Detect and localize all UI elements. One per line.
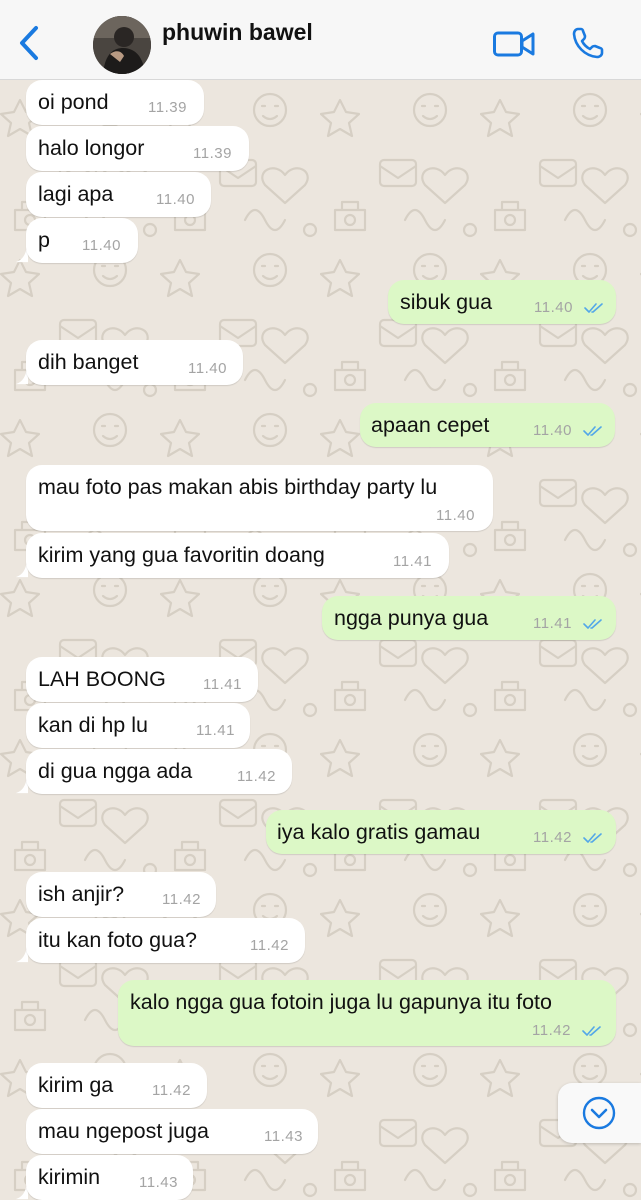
- read-receipt-icon: [583, 833, 602, 843]
- incoming-message-bubble[interactable]: kirimin 11.43: [26, 1155, 193, 1200]
- message-timestamp: 11.39: [193, 145, 232, 162]
- read-receipt-icon: [583, 426, 602, 436]
- chat-header: phuwin bawel: [0, 0, 641, 80]
- message-text: oi pond: [38, 90, 109, 114]
- incoming-message-bubble[interactable]: di gua ngga ada 11.42: [26, 749, 292, 794]
- message-text: p: [38, 228, 50, 252]
- message-text: halo longor: [38, 136, 145, 160]
- back-button[interactable]: [14, 22, 46, 62]
- message-text: sibuk gua: [400, 290, 493, 314]
- scroll-to-bottom-button[interactable]: [558, 1083, 641, 1143]
- incoming-message-bubble[interactable]: lagi apa 11.40: [26, 172, 211, 217]
- message-text: di gua ngga ada: [38, 759, 193, 783]
- message-timestamp: 11.41: [203, 676, 242, 693]
- message-timestamp: 11.42: [162, 891, 201, 908]
- message-timestamp: 11.42: [237, 768, 276, 785]
- message-timestamp: 11.43: [264, 1128, 303, 1145]
- read-receipt-icon: [583, 619, 602, 629]
- incoming-message-bubble[interactable]: mau ngepost juga 11.43: [26, 1109, 318, 1154]
- avatar[interactable]: [93, 16, 151, 74]
- message-timestamp: 11.42: [532, 1022, 571, 1039]
- incoming-message-bubble[interactable]: ish anjir? 11.42: [26, 872, 216, 917]
- message-timestamp: 11.40: [156, 191, 195, 208]
- read-receipt-icon: [582, 1026, 601, 1036]
- message-text: dih banget: [38, 350, 139, 374]
- outgoing-message-bubble[interactable]: iya kalo gratis gamau 11.42: [266, 810, 616, 854]
- phone-icon: [572, 27, 604, 59]
- message-timestamp: 11.42: [533, 829, 572, 846]
- message-timestamp: 11.41: [533, 615, 572, 632]
- message-text: kan di hp lu: [38, 713, 148, 737]
- message-timestamp: 11.42: [152, 1082, 191, 1099]
- video-camera-icon: [493, 31, 535, 57]
- read-receipt-icon: [584, 303, 603, 313]
- message-text: mau foto pas makan abis birthday party l…: [38, 475, 438, 499]
- incoming-message-bubble[interactable]: dih banget 11.40: [26, 340, 243, 385]
- incoming-message-bubble[interactable]: itu kan foto gua? 11.42: [26, 918, 305, 963]
- incoming-message-bubble[interactable]: p 11.40: [26, 218, 138, 263]
- message-timestamp: 11.40: [436, 507, 475, 524]
- message-text: lagi apa: [38, 182, 114, 206]
- incoming-message-bubble[interactable]: halo longor 11.39: [26, 126, 249, 171]
- message-timestamp: 11.41: [196, 722, 235, 739]
- outgoing-message-bubble[interactable]: ngga punya gua 11.41: [322, 596, 616, 640]
- message-timestamp: 11.40: [534, 299, 573, 316]
- chevron-left-icon: [20, 26, 38, 60]
- incoming-message-bubble[interactable]: kan di hp lu 11.41: [26, 703, 250, 748]
- incoming-message-bubble[interactable]: LAH BOONG 11.41: [26, 657, 258, 702]
- incoming-message-bubble[interactable]: oi pond 11.39: [26, 80, 204, 125]
- incoming-message-bubble[interactable]: mau foto pas makan abis birthday party l…: [26, 465, 493, 531]
- message-text: kalo ngga gua fotoin juga lu gapunya itu…: [130, 990, 552, 1014]
- message-text: iya kalo gratis gamau: [277, 820, 481, 844]
- message-text: kirimin: [38, 1165, 101, 1189]
- message-text: mau ngepost juga: [38, 1119, 209, 1143]
- outgoing-message-bubble[interactable]: apaan cepet 11.40: [360, 403, 615, 447]
- message-timestamp: 11.41: [393, 553, 432, 570]
- chevron-down-circle-icon: [582, 1096, 616, 1130]
- outgoing-message-bubble[interactable]: sibuk gua 11.40: [388, 280, 616, 324]
- message-text: kirim ga: [38, 1073, 114, 1097]
- message-text: ish anjir?: [38, 882, 125, 906]
- incoming-message-bubble[interactable]: kirim yang gua favoritin doang 11.41: [26, 533, 449, 578]
- avatar-image: [93, 16, 151, 74]
- voice-call-button[interactable]: [570, 25, 606, 61]
- message-text: ngga punya gua: [334, 606, 489, 630]
- message-text: LAH BOONG: [38, 667, 166, 691]
- message-text: apaan cepet: [371, 413, 490, 437]
- message-timestamp: 11.40: [188, 360, 227, 377]
- message-timestamp: 11.40: [82, 237, 121, 254]
- message-timestamp: 11.43: [139, 1174, 178, 1191]
- video-call-button[interactable]: [492, 28, 536, 60]
- message-timestamp: 11.42: [250, 937, 289, 954]
- message-text: itu kan foto gua?: [38, 928, 197, 952]
- message-text: kirim yang gua favoritin doang: [38, 543, 325, 567]
- incoming-message-bubble[interactable]: kirim ga 11.42: [26, 1063, 207, 1108]
- contact-name[interactable]: phuwin bawel: [162, 19, 313, 46]
- outgoing-message-bubble[interactable]: kalo ngga gua fotoin juga lu gapunya itu…: [118, 980, 616, 1046]
- message-timestamp: 11.39: [148, 99, 187, 116]
- message-timestamp: 11.40: [533, 422, 572, 439]
